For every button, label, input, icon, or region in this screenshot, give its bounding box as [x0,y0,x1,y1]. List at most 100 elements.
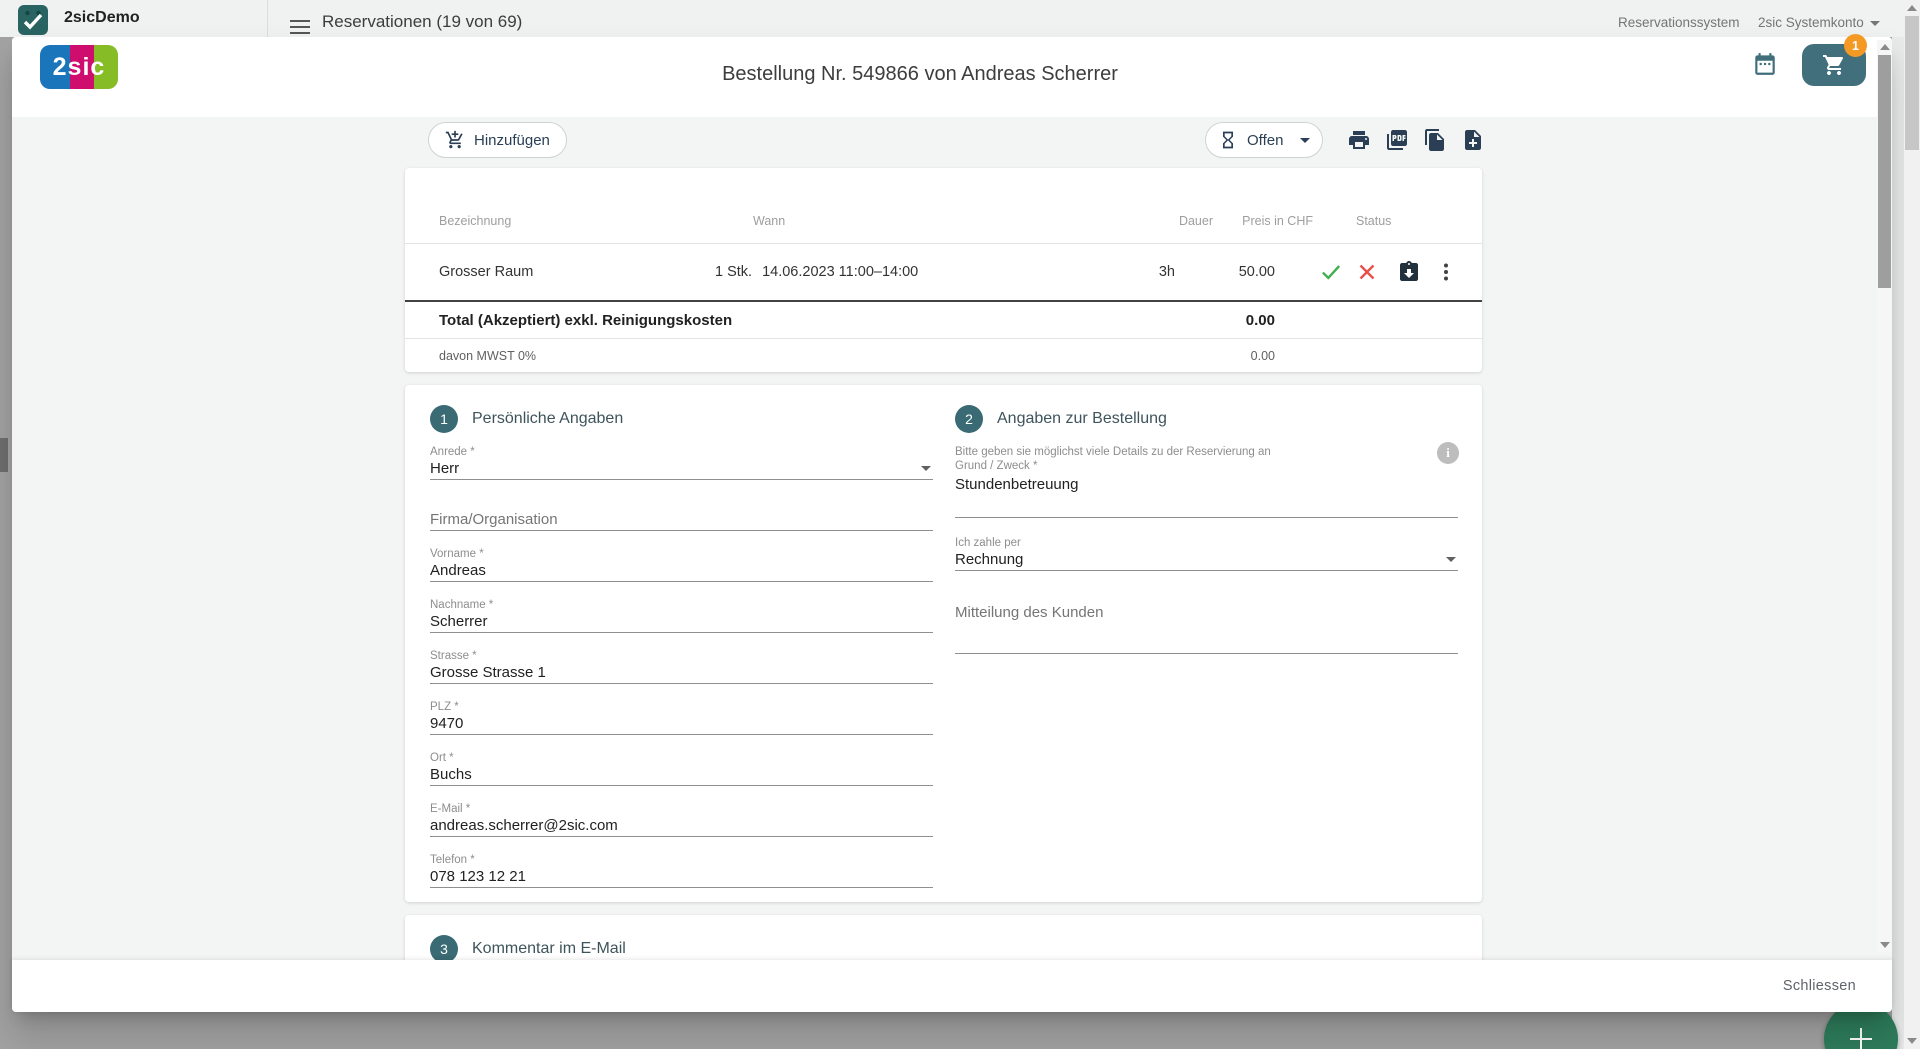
background-nav-item-edge [0,438,8,472]
nachname-label: Nachname * [430,598,933,612]
screen: 2sicDemo Reservationen (19 von 69) Reser… [0,0,1920,1049]
status-dropdown[interactable]: Offen [1205,122,1323,158]
order-form-card: 1 Persönliche Angaben Anrede * Herr [405,385,1482,902]
page-scrollbar[interactable] [1904,0,1920,1049]
section-2-title: Angaben zur Bestellung [997,410,1167,428]
status-label: Offen [1247,132,1283,149]
grund-input[interactable]: Stundenbetreuung [955,473,1458,518]
shopping-cart-icon [1822,53,1846,77]
link-reservationssystem[interactable]: Reservationssystem [1618,15,1740,30]
more-options-icon[interactable] [1434,260,1458,284]
add-item-label: Hinzufügen [474,132,550,149]
plz-input[interactable]: 9470 [430,714,933,735]
ort-field: Ort * Buchs [430,751,933,786]
firma-field: Firma/Organisation [430,496,933,531]
plz-field: PLZ * 9470 [430,700,933,735]
new-document-icon[interactable] [1461,128,1485,152]
chevron-down-icon [1300,138,1310,143]
telefon-field: Telefon * 078 123 12 21 [430,853,933,888]
telefon-value: 078 123 12 21 [430,868,526,885]
telefon-input[interactable]: 078 123 12 21 [430,867,933,888]
reject-icon[interactable] [1354,259,1380,285]
strasse-value: Grosse Strasse 1 [430,664,546,681]
plus-icon [1850,1038,1872,1040]
ort-label: Ort * [430,751,933,765]
2sic-logo: 2sic [40,45,118,89]
dialog-title: Bestellung Nr. 549866 von Andreas Scherr… [722,63,1118,86]
accept-icon[interactable] [1318,259,1344,285]
vat-label: davon MWST 0% [439,349,715,363]
section-1-title: Persönliche Angaben [472,410,623,428]
col-dauer: Dauer [1085,214,1213,228]
close-button[interactable]: Schliessen [1783,960,1856,1012]
table-row: Grosser Raum 1 Stk.14.06.2023 11:00–14:0… [405,243,1482,300]
zahle-value: Rechnung [955,551,1023,568]
page-scroll-up-arrow[interactable] [1907,5,1917,11]
total-value: 0.00 [1175,312,1275,329]
col-wann: Wann [715,214,1085,228]
link-account-menu[interactable]: 2sic Systemkonto [1758,15,1880,30]
zahle-select[interactable]: Rechnung [955,550,1458,571]
col-status: Status [1356,214,1391,228]
table-header-row: Bezeichnung Wann Dauer Preis in CHF Stat… [405,168,1482,243]
order-toolbar: Hinzufügen Offen [405,121,1482,157]
item-duration: 3h [1047,264,1175,280]
personal-section: 1 Persönliche Angaben Anrede * Herr [430,405,933,904]
dialog-scrollbar-thumb[interactable] [1878,55,1891,288]
calendar-icon[interactable] [1752,51,1778,77]
vorname-input[interactable]: Andreas [430,561,933,582]
anrede-label: Anrede * [430,445,933,459]
vorname-label: Vorname * [430,547,933,561]
email-field: E-Mail * andreas.scherrer@2sic.com [430,802,933,837]
scroll-up-arrow[interactable] [1880,44,1890,50]
section-1-badge: 1 [430,405,458,433]
nachname-input[interactable]: Scherrer [430,612,933,633]
mitteilung-field[interactable]: Mitteilung des Kunden [955,587,1458,654]
grund-hint-line1: Bitte geben sie möglichst viele Details … [955,445,1458,459]
background-topbar: 2sicDemo Reservationen (19 von 69) Reser… [0,0,1920,37]
page-scrollbar-thumb[interactable] [1905,16,1919,150]
col-bezeichnung: Bezeichnung [439,214,715,228]
logo-text: 2sic [40,45,118,89]
item-price: 50.00 [1175,264,1275,280]
info-icon[interactable]: i [1437,442,1459,464]
item-date: 14.06.2023 11:00–14:00 [762,264,918,280]
nachname-field: Nachname * Scherrer [430,598,933,633]
firma-input[interactable]: Firma/Organisation [430,510,933,531]
plz-value: 9470 [430,715,463,732]
hourglass-icon [1218,130,1238,150]
anrede-select[interactable]: Herr [430,459,933,480]
zahle-label: Ich zahle per [955,536,1458,550]
email-input[interactable]: andreas.scherrer@2sic.com [430,816,933,837]
anrede-value: Herr [430,460,459,477]
order-dialog: 2sic Bestellung Nr. 549866 von Andreas S… [12,37,1892,1012]
col-preis: Preis in CHF [1213,214,1313,228]
mitteilung-placeholder: Mitteilung des Kunden [955,603,1458,623]
dialog-body: Hinzufügen Offen [12,117,1892,960]
strasse-input[interactable]: Grosse Strasse 1 [430,663,933,684]
total-row: Total (Akzeptiert) exkl. Reinigungskoste… [405,300,1482,338]
menu-icon[interactable] [290,20,310,34]
add-item-button[interactable]: Hinzufügen [428,122,567,158]
copy-icon[interactable] [1423,128,1447,152]
section-2-badge: 2 [955,405,983,433]
pdf-icon[interactable] [1385,128,1409,152]
page-scroll-down-arrow[interactable] [1907,1038,1917,1044]
zahle-field: Ich zahle per Rechnung [955,536,1458,571]
scroll-down-arrow[interactable] [1880,942,1890,948]
comment-card: 3 Kommentar im E-Mail [405,915,1482,960]
order-items-card: Bezeichnung Wann Dauer Preis in CHF Stat… [405,168,1482,372]
grund-hint-line2: Grund / Zweck * [955,459,1458,473]
telefon-label: Telefon * [430,853,933,867]
ort-value: Buchs [430,766,472,783]
cart-count-badge: 1 [1844,34,1867,57]
ort-input[interactable]: Buchs [430,765,933,786]
nachname-value: Scherrer [430,613,488,630]
dialog-scrollbar[interactable] [1877,40,1892,952]
grund-value: Stundenbetreuung [955,476,1078,493]
assignment-returned-icon[interactable] [1397,260,1421,284]
vat-row: davon MWST 0% 0.00 [405,338,1482,372]
print-icon[interactable] [1347,128,1371,152]
add-shopping-cart-icon [445,130,465,150]
vorname-value: Andreas [430,562,486,579]
